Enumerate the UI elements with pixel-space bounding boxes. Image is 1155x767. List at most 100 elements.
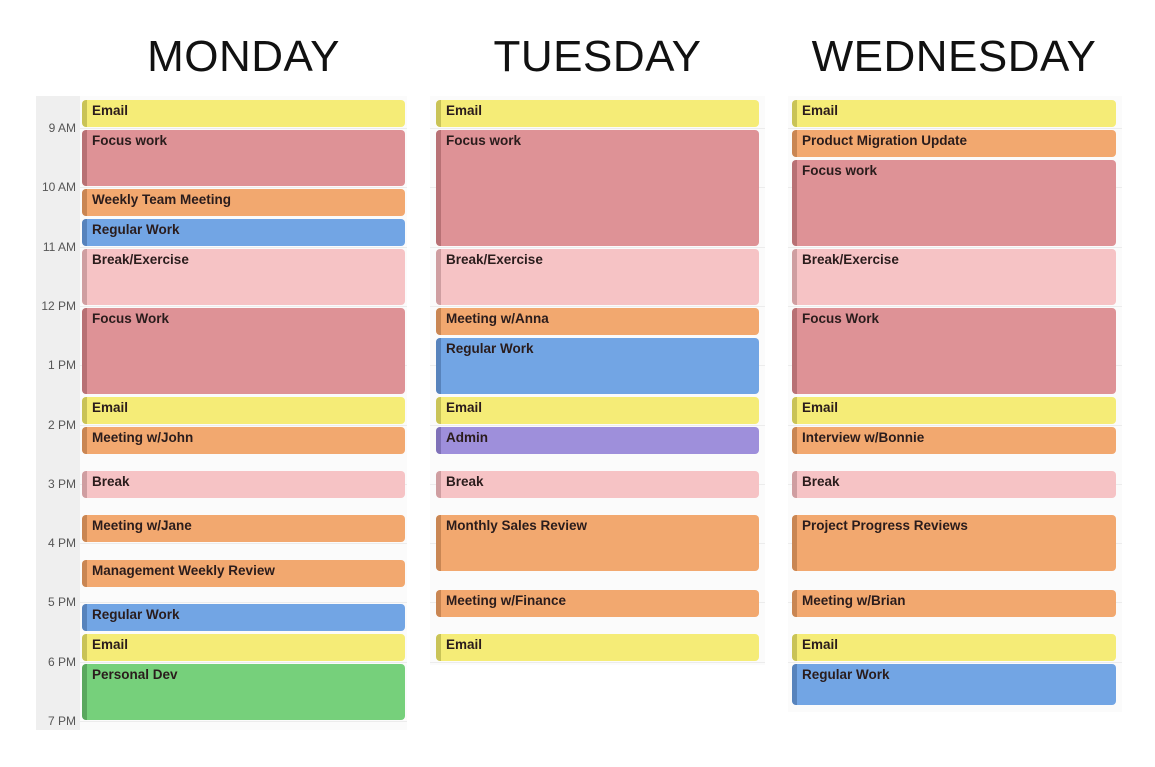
event-title: Project Progress Reviews [802,518,968,533]
event-email[interactable]: Email [436,634,759,661]
day-title-wednesday: WEDNESDAY [811,32,1097,81]
event-regular[interactable]: Regular Work [82,604,405,631]
event-meeting[interactable]: Meeting w/Jane [82,515,405,542]
event-title: Break/Exercise [802,252,899,267]
event-meeting[interactable]: Meeting w/Brian [792,590,1116,617]
day-title-tuesday: TUESDAY [493,32,702,81]
event-color-bar [792,427,797,454]
event-color-bar [82,189,87,216]
event-email[interactable]: Email [792,634,1116,661]
event-email[interactable]: Email [792,397,1116,424]
event-title: Focus work [446,133,522,148]
hour-label: 12 PM [41,298,76,313]
event-title: Meeting w/Jane [92,518,192,533]
event-title: Regular Work [446,341,534,356]
event-meeting[interactable]: Management Weekly Review [82,560,405,587]
hour-gridline [80,721,407,722]
event-focus[interactable]: Focus Work [82,308,405,394]
event-title: Email [446,637,483,652]
event-title: Email [446,103,483,118]
event-break[interactable]: Break [82,471,405,498]
event-focus[interactable]: Focus Work [792,308,1116,394]
event-title: Break [446,474,484,489]
event-meeting[interactable]: Weekly Team Meeting [82,189,405,216]
event-color-bar [792,397,797,424]
event-meeting[interactable]: Meeting w/Finance [436,590,759,617]
event-title: Meeting w/Anna [446,311,549,326]
hour-gridline [80,128,407,129]
event-break[interactable]: Break [436,471,759,498]
event-color-bar [436,130,441,246]
event-meeting[interactable]: Project Progress Reviews [792,515,1116,571]
event-email[interactable]: Email [82,634,405,661]
hour-label: 3 PM [47,476,76,491]
event-color-bar [82,219,87,246]
event-meeting[interactable]: Meeting w/John [82,427,405,454]
hour-gridline [430,662,765,663]
event-color-bar [82,634,87,661]
event-title: Email [92,637,129,652]
event-title: Weekly Team Meeting [92,192,232,207]
hour-label: 11 AM [42,239,76,254]
event-color-bar [436,308,441,335]
event-email[interactable]: Email [82,100,405,127]
event-break[interactable]: Break/Exercise [436,249,759,305]
event-focus[interactable]: Focus work [792,160,1116,246]
event-title: Break [802,474,840,489]
event-color-bar [436,249,441,305]
event-email[interactable]: Email [792,100,1116,127]
event-color-bar [792,130,797,157]
event-color-bar [792,249,797,305]
event-regular[interactable]: Regular Work [792,664,1116,705]
event-title: Break [92,474,130,489]
hour-label: 1 PM [47,358,76,373]
event-color-bar [82,604,87,631]
hour-label: 4 PM [47,536,76,551]
event-focus[interactable]: Focus work [82,130,405,186]
event-title: Regular Work [92,607,180,622]
event-regular[interactable]: Regular Work [436,338,759,394]
hour-gridline [430,128,765,129]
event-title: Email [802,637,839,652]
event-admin[interactable]: Admin [436,427,759,454]
event-meeting[interactable]: Interview w/Bonnie [792,427,1116,454]
event-color-bar [82,100,87,127]
event-title: Focus work [802,163,878,178]
event-break[interactable]: Break [792,471,1116,498]
event-title: Meeting w/Brian [802,593,906,608]
event-color-bar [792,590,797,617]
event-title: Monthly Sales Review [446,518,588,533]
event-title: Product Migration Update [802,133,967,148]
hour-gridline [80,306,407,307]
hour-gridline [788,306,1122,307]
event-color-bar [792,308,797,394]
event-color-bar [82,249,87,305]
event-meeting[interactable]: Monthly Sales Review [436,515,759,571]
hour-label: 2 PM [47,417,76,432]
hour-gridline [430,306,765,307]
event-color-bar [82,515,87,542]
hour-label: 6 PM [47,654,76,669]
event-focus[interactable]: Focus work [436,130,759,246]
event-break[interactable]: Break/Exercise [792,249,1116,305]
event-color-bar [82,427,87,454]
event-regular[interactable]: Regular Work [82,219,405,246]
event-break[interactable]: Break/Exercise [82,249,405,305]
event-meeting[interactable]: Meeting w/Anna [436,308,759,335]
event-email[interactable]: Email [436,100,759,127]
event-color-bar [82,471,87,498]
hour-gridline [80,602,407,603]
event-color-bar [436,634,441,661]
event-email[interactable]: Email [82,397,405,424]
event-color-bar [792,634,797,661]
hour-gridline [80,425,407,426]
hour-label: 7 PM [47,714,76,728]
event-meeting[interactable]: Product Migration Update [792,130,1116,157]
event-email[interactable]: Email [436,397,759,424]
hour-label: 5 PM [47,595,76,610]
event-title: Focus Work [802,311,880,326]
event-title: Email [92,103,129,118]
hour-gridline [80,543,407,544]
event-color-bar [792,664,797,705]
event-personal[interactable]: Personal Dev [82,664,405,720]
